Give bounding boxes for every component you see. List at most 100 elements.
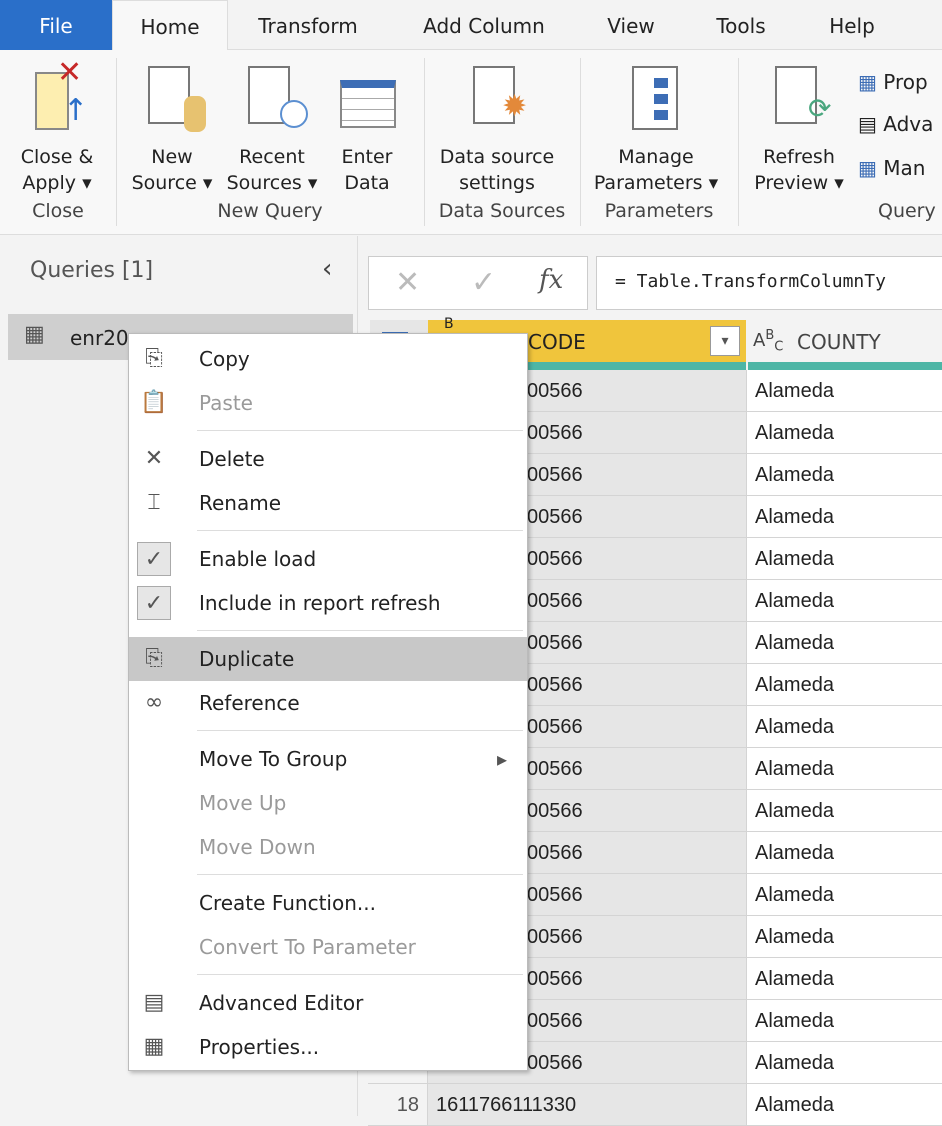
ribbon: ✕ ↑ Close & Apply ▾ New Source ▾ Recent …	[0, 50, 942, 235]
recent-sources-button[interactable]: Recent Sources ▾	[222, 60, 322, 196]
queries-title: Queries [1]	[30, 258, 154, 283]
row-number[interactable]: 18	[368, 1084, 428, 1126]
cell-county[interactable]: Alameda	[747, 370, 942, 412]
menu-item-rename[interactable]: ⌶ Rename	[129, 481, 527, 525]
clock-icon	[222, 60, 322, 138]
menu-item-move-down[interactable]: Move Down	[129, 825, 527, 869]
fx-icon[interactable]: fx	[539, 265, 563, 295]
close-apply-label2: Apply	[22, 172, 77, 194]
cell-county[interactable]: Alameda	[747, 958, 942, 1000]
copy-icon: ⎘	[145, 346, 163, 371]
group-parameters: Parameters	[604, 200, 714, 222]
tab-home[interactable]: Home	[112, 0, 228, 51]
cell-county[interactable]: Alameda	[747, 916, 942, 958]
database-icon	[124, 60, 220, 138]
cell-county[interactable]: Alameda	[747, 664, 942, 706]
tab-add-column[interactable]: Add Column	[408, 0, 560, 50]
cell-county[interactable]: Alameda	[747, 706, 942, 748]
refresh-label: Refresh	[763, 146, 835, 168]
enter-data-button[interactable]: Enter Data	[330, 60, 404, 196]
menu-item-move-up[interactable]: Move Up	[129, 781, 527, 825]
properties-button[interactable]: ▦ Prop	[858, 70, 928, 94]
new-source-button[interactable]: New Source ▾	[124, 60, 220, 196]
cell-county[interactable]: Alameda	[747, 874, 942, 916]
menu-item-enable-load[interactable]: ✓ Enable load	[129, 537, 527, 581]
context-menu: ⎘ Copy 📋 Paste ✕ Delete ⌶ Rename ✓ Enable load ✓ In…	[128, 333, 528, 1071]
tab-help[interactable]: Help	[812, 0, 892, 50]
tab-view[interactable]: View	[590, 0, 672, 50]
menu-item-label: Include in report refresh	[199, 591, 441, 615]
cell-county[interactable]: Alameda	[747, 496, 942, 538]
menu-item-duplicate[interactable]: ⎘ Duplicate	[129, 637, 527, 681]
filter-dropdown-icon[interactable]: ▾	[710, 326, 740, 356]
menu-item-convert-to-parameter[interactable]: Convert To Parameter	[129, 925, 527, 969]
recent-sources-label: Recent	[239, 146, 305, 168]
cell-county[interactable]: Alameda	[747, 1000, 942, 1042]
column-header-county[interactable]: ABC COUNTY	[747, 320, 942, 362]
menu-item-label: Enable load	[199, 547, 317, 571]
table-icon	[330, 60, 404, 138]
group-data-sources: Data Sources	[438, 200, 566, 222]
data-source-settings-button[interactable]: ✹ Data source settings	[430, 60, 564, 196]
close-apply-icon: ✕ ↑	[27, 58, 88, 138]
menu-item-label: Properties...	[199, 1035, 320, 1059]
cell-code[interactable]: 1611766111330	[428, 1084, 747, 1126]
cell-county[interactable]: Alameda	[747, 412, 942, 454]
properties-label: Prop	[883, 70, 928, 94]
new-source-label: New	[151, 146, 193, 168]
check-icon: ✓	[137, 586, 171, 620]
close-apply-button[interactable]: ✕ ↑ Close & Apply ▾	[8, 58, 106, 196]
manage-parameters-button[interactable]: Manage Parameters ▾	[588, 60, 724, 196]
menu-item-reference[interactable]: ∞ Reference	[129, 681, 527, 725]
cell-county[interactable]: Alameda	[747, 580, 942, 622]
cell-county[interactable]: Alameda	[747, 832, 942, 874]
cell-county[interactable]: Alameda	[747, 454, 942, 496]
tab-file[interactable]: File	[0, 0, 112, 50]
confirm-icon[interactable]: ✓	[471, 265, 496, 300]
refresh-preview-button[interactable]: ⟳ Refresh Preview ▾	[748, 60, 850, 196]
refresh-label2: Preview	[754, 172, 829, 194]
collapse-chevron-icon[interactable]: ‹	[322, 254, 332, 284]
table-icon: ▦	[24, 322, 45, 347]
menu-item-label: Copy	[199, 347, 250, 371]
menu-separator	[197, 630, 523, 631]
menu-item-label: Move To Group	[199, 747, 348, 771]
advanced-label: Adva	[883, 112, 934, 136]
cell-county[interactable]: Alameda	[747, 538, 942, 580]
menu-item-move-to-group[interactable]: Move To Group ▸	[129, 737, 527, 781]
recent-sources-label2: Sources	[226, 172, 302, 194]
menu-item-paste[interactable]: 📋 Paste	[129, 381, 527, 425]
menu-item-delete[interactable]: ✕ Delete	[129, 437, 527, 481]
query-name: enr20	[70, 326, 129, 350]
menu-item-create-function[interactable]: Create Function...	[129, 881, 527, 925]
rename-icon: ⌶	[147, 490, 161, 515]
menu-separator	[197, 974, 523, 975]
menu-item-label: Duplicate	[199, 647, 295, 671]
tab-tools[interactable]: Tools	[700, 0, 782, 50]
column-name: CODE	[528, 330, 586, 354]
group-close: Close	[32, 200, 84, 222]
cell-county[interactable]: Alameda	[747, 1084, 942, 1126]
cell-county[interactable]: Alameda	[747, 1042, 942, 1084]
menu-item-advanced-editor[interactable]: ▤ Advanced Editor	[129, 981, 527, 1025]
tab-transform[interactable]: Transform	[240, 0, 376, 50]
group-query: Query	[878, 200, 936, 222]
manage-small-label: Man	[883, 156, 926, 180]
cancel-icon[interactable]: ✕	[395, 265, 420, 300]
menu-item-include-in-report-refresh[interactable]: ✓ Include in report refresh	[129, 581, 527, 625]
manage-label: Manage	[618, 146, 694, 168]
menu-separator	[197, 730, 523, 731]
formula-bar[interactable]: = Table.TransformColumnTy	[596, 256, 942, 310]
cell-county[interactable]: Alameda	[747, 748, 942, 790]
paste-icon: 📋	[140, 390, 168, 415]
cell-county[interactable]: Alameda	[747, 790, 942, 832]
menu-item-properties[interactable]: ▦ Properties...	[129, 1025, 527, 1069]
advanced-editor-button[interactable]: ▤ Adva	[858, 112, 933, 136]
manage-button[interactable]: ▦ Man	[858, 156, 925, 180]
dss-label2: settings	[459, 172, 535, 194]
cell-county[interactable]: Alameda	[747, 622, 942, 664]
divider	[738, 58, 739, 226]
enter-data-label2: Data	[344, 172, 390, 194]
menu-item-label: Move Down	[199, 835, 316, 859]
menu-item-copy[interactable]: ⎘ Copy	[129, 337, 527, 381]
